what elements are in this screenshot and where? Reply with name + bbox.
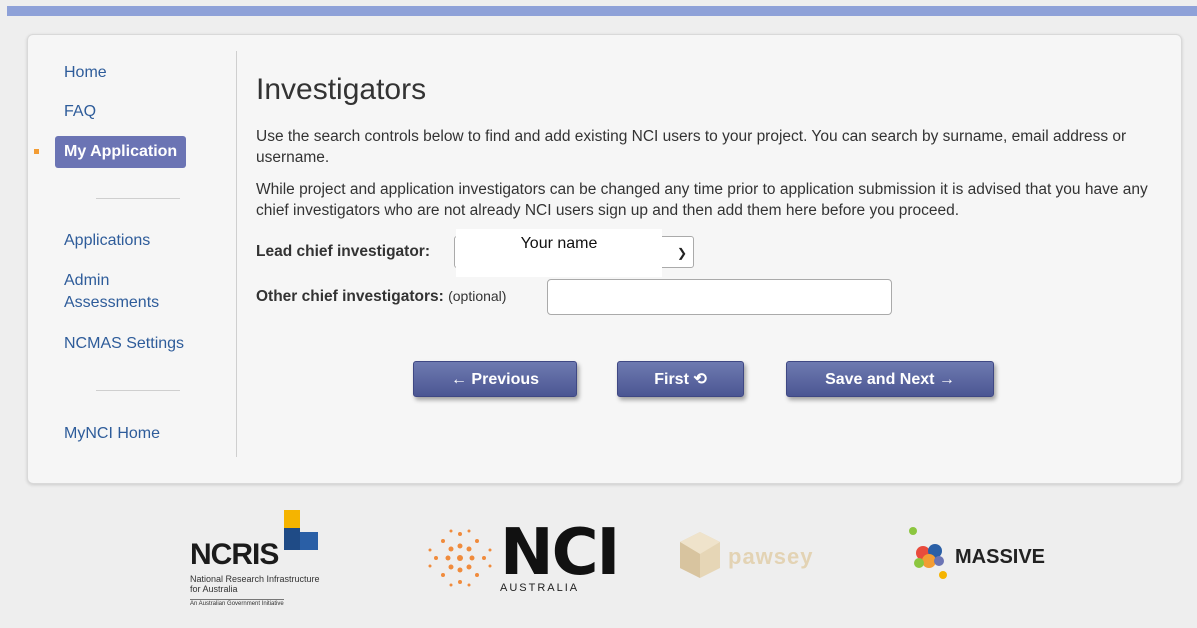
sidebar-item-admin-assessments[interactable]: Admin Assessments	[64, 270, 174, 314]
nci-subtitle: AUSTRALIA	[500, 582, 580, 594]
sidebar-item-mynci-home[interactable]: MyNCI Home	[64, 423, 160, 445]
sidebar-item-ncmas-settings[interactable]: NCMAS Settings	[64, 333, 184, 355]
nci-starburst-icon	[428, 529, 492, 587]
other-investigators-label: Other chief investigators: (optional)	[256, 288, 506, 306]
optional-hint: (optional)	[448, 288, 507, 304]
massive-name: MASSIVE	[955, 546, 1046, 568]
chevron-down-icon: ❯	[676, 246, 687, 260]
pawsey-mark-icon	[680, 532, 720, 578]
ncris-initiative: An Australian Government Initiative	[190, 599, 284, 607]
sidebar-separator	[236, 51, 237, 457]
previous-button[interactable]: ← Previous	[413, 361, 577, 397]
page-title: Investigators	[256, 73, 427, 106]
ncris-subtitle: National Research Infrastructure for Aus…	[190, 574, 320, 594]
intro-paragraph: Use the search controls below to find an…	[256, 128, 1127, 166]
massive-molecule-icon	[909, 527, 947, 579]
other-investigators-input[interactable]	[547, 279, 892, 315]
sidebar-item-my-application[interactable]: My Application	[55, 136, 187, 168]
first-button[interactable]: First ⟲	[617, 361, 744, 397]
ncris-name: NCRIS	[190, 538, 279, 571]
sidebar-item-applications[interactable]: Applications	[64, 230, 150, 252]
sidebar-item-home[interactable]: Home	[64, 62, 107, 84]
lead-investigator-value: Your name	[456, 229, 662, 277]
nci-name: NCI	[500, 516, 620, 590]
lead-investigator-label: Lead chief investigator:	[256, 243, 430, 260]
active-bullet-icon	[34, 149, 39, 154]
sidebar-nav: Home FAQ My Application Applications Adm…	[28, 35, 236, 483]
ncris-cube-icon	[284, 510, 318, 550]
other-investigators-label-text: Other chief investigators:	[256, 288, 444, 305]
save-and-next-button[interactable]: Save and Next →	[786, 361, 994, 397]
sidebar-divider	[96, 198, 180, 199]
main-content: Investigators Use the search controls be…	[256, 35, 1171, 483]
sidebar-divider	[96, 390, 180, 391]
advice-paragraph: While project and application investigat…	[256, 181, 1148, 219]
main-card: Home FAQ My Application Applications Adm…	[27, 34, 1182, 484]
pawsey-name: pawsey	[728, 544, 814, 569]
sidebar-item-faq[interactable]: FAQ	[64, 101, 96, 123]
top-accent-bar	[7, 6, 1197, 16]
